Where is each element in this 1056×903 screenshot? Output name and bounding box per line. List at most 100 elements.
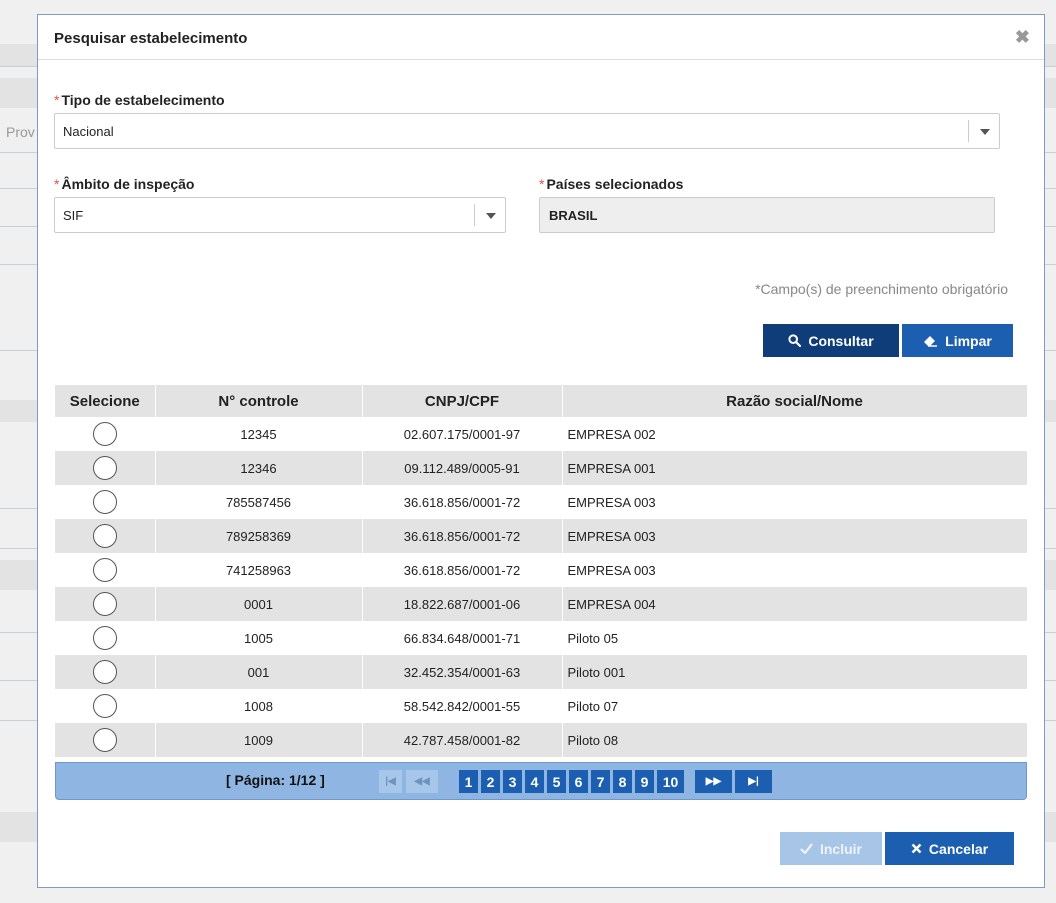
row-cnpj: 36.618.856/0001-72 [362,553,563,587]
page-button-2[interactable]: 2 [481,770,500,793]
limpar-button[interactable]: Limpar [902,324,1013,357]
page-info: [ Página: 1/12 ] [226,772,325,788]
row-controle: 1009 [155,723,363,757]
row-controle: 0001 [155,587,363,621]
row-nome: Piloto 08 [562,723,1028,757]
row-select-radio[interactable] [92,456,117,480]
row-nome: EMPRESA 003 [562,553,1028,587]
eraser-icon [924,335,938,347]
tipo-select-value: Nacional [63,124,114,139]
consultar-button[interactable]: Consultar [763,324,899,357]
search-icon [788,334,802,347]
ambito-label: * Âmbito de inspeção [54,176,194,192]
row-select-radio[interactable] [92,626,117,650]
limpar-button-label: Limpar [945,332,992,349]
row-nome: Piloto 07 [562,689,1028,723]
row-select-radio[interactable] [92,660,117,684]
row-select-radio[interactable] [92,694,117,718]
paises-label-text: Países selecionados [546,176,684,192]
table-row: 1005 66.834.648/0001-71 Piloto 05 [55,621,1028,655]
close-icon[interactable]: ✖ [1015,27,1030,48]
cancelar-button[interactable]: Cancelar [885,832,1014,865]
ambito-select-value: SIF [63,208,84,223]
page-button-5[interactable]: 5 [547,770,566,793]
row-select-radio[interactable] [92,524,117,548]
header-razao-social: Razão social/Nome [562,385,1028,417]
row-cnpj: 66.834.648/0001-71 [362,621,563,655]
row-cnpj: 18.822.687/0001-06 [362,587,563,621]
last-page-button[interactable]: ▶| [735,770,772,793]
row-controle: 001 [155,655,363,689]
table-row: 785587456 36.618.856/0001-72 EMPRESA 003 [55,485,1028,519]
header-cnpj: CNPJ/CPF [362,385,563,417]
chevron-down-icon[interactable] [980,129,990,135]
page-button-10[interactable]: 10 [657,770,684,793]
table-row: 1008 58.542.842/0001-55 Piloto 07 [55,689,1028,723]
row-nome: Piloto 001 [562,655,1028,689]
row-controle: 1008 [155,689,363,723]
tipo-label-text: Tipo de estabelecimento [61,92,225,108]
first-page-button[interactable]: |◀ [379,770,402,793]
paises-field: BRASIL [539,197,995,233]
next-page-button[interactable]: ▶▶ [695,770,732,793]
table-row: 0001 18.822.687/0001-06 EMPRESA 004 [55,587,1028,621]
row-select-radio[interactable] [92,592,117,616]
row-nome: EMPRESA 003 [562,519,1028,553]
search-establishment-modal: Pesquisar estabelecimento ✖ * Tipo de est… [37,14,1045,888]
chevron-down-icon[interactable] [486,213,496,219]
row-select-radio[interactable] [92,558,117,582]
select-separator [968,120,969,142]
table-row: 789258369 36.618.856/0001-72 EMPRESA 003 [55,519,1028,553]
row-nome: EMPRESA 004 [562,587,1028,621]
background-field-label: Prov [6,124,35,140]
required-mark: * [54,92,60,108]
table-row: 12345 02.607.175/0001-97 EMPRESA 002 [55,417,1028,451]
page-button-9[interactable]: 9 [635,770,654,793]
header-selecione: Selecione [55,385,156,417]
row-nome: EMPRESA 002 [562,417,1028,451]
required-mark: * [539,176,545,192]
table-row: 1009 42.787.458/0001-82 Piloto 08 [55,723,1028,757]
page-button-1[interactable]: 1 [459,770,478,793]
page-button-8[interactable]: 8 [613,770,632,793]
results-table: Selecione N° controle CNPJ/CPF Razão soc… [55,385,1028,757]
header-controle: N° controle [155,385,363,417]
row-select-radio[interactable] [92,422,117,446]
tipo-label: * Tipo de estabelecimento [54,92,225,108]
modal-header: Pesquisar estabelecimento ✖ [38,15,1044,60]
prev-page-button[interactable]: ◀◀ [406,770,438,793]
row-controle: 1005 [155,621,363,655]
row-cnpj: 32.452.354/0001-63 [362,655,563,689]
page-button-6[interactable]: 6 [569,770,588,793]
incluir-button[interactable]: Incluir [780,832,882,865]
row-cnpj: 58.542.842/0001-55 [362,689,563,723]
close-icon [911,843,922,854]
page-button-3[interactable]: 3 [503,770,522,793]
row-nome: Piloto 05 [562,621,1028,655]
row-select-radio[interactable] [92,490,117,514]
row-controle: 12346 [155,451,363,485]
check-icon [800,843,813,854]
pagination-bar: [ Página: 1/12 ] |◀ ◀◀ 1 2 3 4 5 6 7 8 9… [55,762,1027,800]
row-cnpj: 42.787.458/0001-82 [362,723,563,757]
row-nome: EMPRESA 001 [562,451,1028,485]
tipo-select[interactable]: Nacional [54,113,1000,149]
page-button-7[interactable]: 7 [591,770,610,793]
ambito-select[interactable]: SIF [54,197,506,233]
row-controle: 789258369 [155,519,363,553]
ambito-label-text: Âmbito de inspeção [61,176,195,192]
incluir-button-label: Incluir [819,840,862,857]
table-row: 12346 09.112.489/0005-91 EMPRESA 001 [55,451,1028,485]
row-controle: 12345 [155,417,363,451]
select-separator [474,204,475,226]
row-controle: 741258963 [155,553,363,587]
row-cnpj: 02.607.175/0001-97 [362,417,563,451]
paises-field-value: BRASIL [549,208,598,223]
cancelar-button-label: Cancelar [928,840,989,857]
row-nome: EMPRESA 003 [562,485,1028,519]
page-button-4[interactable]: 4 [525,770,544,793]
paises-label: * Países selecionados [539,176,683,192]
required-mark: * [54,176,60,192]
row-select-radio[interactable] [92,728,117,752]
table-row: 001 32.452.354/0001-63 Piloto 001 [55,655,1028,689]
